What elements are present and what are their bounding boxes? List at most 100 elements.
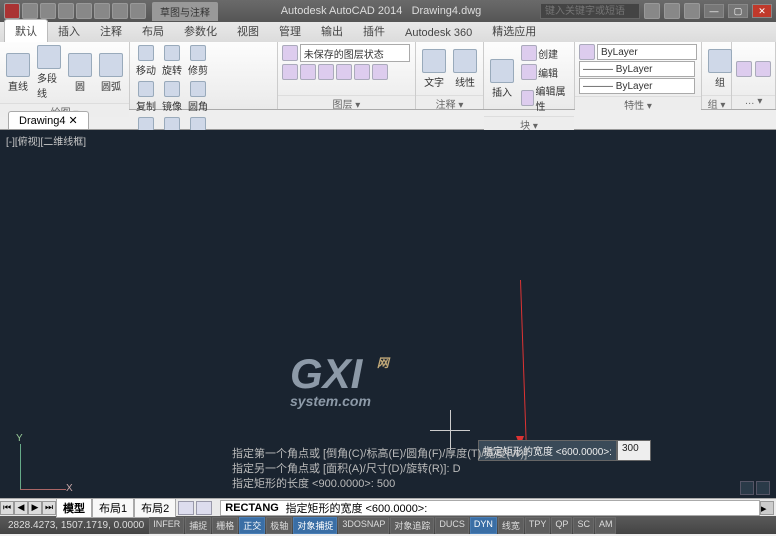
ribbon-tab-default[interactable]: 默认 (4, 19, 48, 42)
scroll-right-button[interactable]: ▸ (760, 501, 774, 515)
ribbon-tab-a360[interactable]: Autodesk 360 (395, 24, 482, 42)
panel-block-title[interactable]: 块 ▾ (484, 116, 574, 130)
drawing-tab[interactable]: Drawing4 ✕ (8, 111, 89, 129)
status-toggle-infer[interactable]: INFER (149, 517, 184, 534)
move-button[interactable]: 移动 (134, 44, 158, 78)
ribbon-tab-manage[interactable]: 管理 (269, 20, 311, 42)
color-swatch-icon[interactable] (579, 44, 595, 60)
lineweight-combo[interactable]: ——— ByLayer (579, 61, 695, 77)
status-toggle-正交[interactable]: 正交 (239, 517, 265, 534)
status-toggle-qp[interactable]: QP (551, 517, 572, 534)
tab-next-button[interactable]: ▶ (28, 501, 42, 515)
panel-anno-title[interactable]: 注释 ▾ (416, 95, 483, 109)
close-button[interactable]: ✕ (752, 4, 772, 18)
layer-match-icon[interactable] (372, 64, 388, 80)
viewport-label[interactable]: [-][俯视][二维线框] (6, 133, 86, 148)
layer-iso-icon[interactable] (354, 64, 370, 80)
panel-group: 组 组 ▾ (702, 42, 732, 109)
rotate-button[interactable]: 旋转 (160, 44, 184, 78)
layer-on-icon[interactable] (282, 64, 298, 80)
status-toggle-捕捉[interactable]: 捕捉 (185, 517, 211, 534)
trim-button[interactable]: 修剪 (186, 44, 210, 78)
status-toggle-am[interactable]: AM (595, 517, 617, 534)
ribbon-tab-parametric[interactable]: 参数化 (174, 20, 227, 42)
arc-button[interactable]: 圆弧 (97, 52, 125, 94)
coordinates-readout[interactable]: 2828.4273, 1507.1719, 0.0000 (4, 520, 148, 531)
text-button[interactable]: 文字 (420, 48, 448, 90)
tab-first-button[interactable]: ⏮ (0, 501, 14, 515)
polyline-button[interactable]: 多段线 (35, 44, 63, 101)
workspace-tab[interactable]: 草图与注释 (152, 2, 218, 21)
model-tab[interactable]: 模型 (56, 498, 92, 518)
layer-freeze-icon[interactable] (300, 64, 316, 80)
status-toggle-ducs[interactable]: DUCS (435, 517, 469, 534)
ribbon-tab-plugins[interactable]: 插件 (353, 20, 395, 42)
layer-color-icon[interactable] (336, 64, 352, 80)
group-button[interactable]: 组 (706, 48, 734, 90)
vp-cube-icon[interactable] (756, 481, 770, 495)
line-button[interactable]: 直线 (4, 52, 32, 94)
cmd-recent-icon[interactable] (196, 501, 212, 515)
command-line-input[interactable]: RECTANG 指定矩形的宽度 <600.0000>: (220, 500, 760, 516)
qat-save-icon[interactable] (58, 3, 74, 19)
circle-button[interactable]: 圆 (66, 52, 94, 94)
help-search-input[interactable] (540, 3, 640, 19)
tooltip-input[interactable]: 300 (617, 440, 651, 461)
ribbon-tab-layout[interactable]: 布局 (132, 20, 174, 42)
help-icon[interactable] (684, 3, 700, 19)
cmd-toggle-icon[interactable] (178, 501, 194, 515)
status-toggle-3dosnap[interactable]: 3DOSNAP (338, 517, 389, 534)
qat-open-icon[interactable] (40, 3, 56, 19)
status-toggle-对象捕捉[interactable]: 对象捕捉 (293, 517, 337, 534)
app-menu-icon[interactable] (4, 3, 20, 19)
fillet-button[interactable]: 圆角 (186, 80, 210, 114)
vp-nav-icon[interactable] (740, 481, 754, 495)
status-toggle-dyn[interactable]: DYN (470, 517, 497, 534)
minimize-button[interactable]: — (704, 4, 724, 18)
status-toggle-sc[interactable]: SC (573, 517, 594, 534)
qat-plot-icon[interactable] (94, 3, 110, 19)
maximize-button[interactable]: ▢ (728, 4, 748, 18)
panel-group-title[interactable]: 组 ▾ (702, 95, 731, 109)
insert-icon (490, 59, 514, 83)
color-combo[interactable]: ByLayer (597, 44, 697, 60)
layer-lock-icon[interactable] (318, 64, 334, 80)
ribbon-tab-view[interactable]: 视图 (227, 20, 269, 42)
copy-button[interactable]: 复制 (134, 80, 158, 114)
qat-redo-icon[interactable] (130, 3, 146, 19)
panel-layer-title[interactable]: 图层 ▾ (278, 95, 415, 109)
layer-props-icon[interactable] (282, 45, 298, 61)
exchange-icon[interactable] (664, 3, 680, 19)
dim-linear-button[interactable]: 线性 (451, 48, 479, 90)
layout2-tab[interactable]: 布局2 (134, 498, 176, 518)
insert-block-button[interactable]: 插入 (488, 58, 516, 100)
tab-prev-button[interactable]: ◀ (14, 501, 28, 515)
signin-icon[interactable] (644, 3, 660, 19)
status-toggle-栅格[interactable]: 栅格 (212, 517, 238, 534)
layer-state-combo[interactable]: 未保存的图层状态 (300, 44, 410, 62)
tab-last-button[interactable]: ⏭ (42, 501, 56, 515)
linetype-combo[interactable]: ——— ByLayer (579, 78, 695, 94)
qat-new-icon[interactable] (22, 3, 38, 19)
panel-util-title[interactable]: … ▾ (732, 95, 775, 109)
layout1-tab[interactable]: 布局1 (92, 498, 134, 518)
status-toggle-tpy[interactable]: TPY (525, 517, 551, 534)
ribbon-tab-featured[interactable]: 精选应用 (482, 20, 546, 42)
ribbon-tab-insert[interactable]: 插入 (48, 20, 90, 42)
status-toggle-对象追踪[interactable]: 对象追踪 (390, 517, 434, 534)
mirror-button[interactable]: 镜像 (160, 80, 184, 114)
drawing-canvas[interactable]: [-][俯视][二维线框] GXI网 system.com 指定矩形的宽度 <6… (0, 130, 776, 498)
paste-icon[interactable] (755, 61, 771, 77)
edit-block-button[interactable]: 编辑 (519, 63, 570, 81)
panel-props-title[interactable]: 特性 ▾ (575, 96, 701, 110)
ribbon-tab-output[interactable]: 输出 (311, 20, 353, 42)
status-toggle-线宽[interactable]: 线宽 (498, 517, 524, 534)
ribbon-tab-strip: 默认 插入 注释 布局 参数化 视图 管理 输出 插件 Autodesk 360… (0, 22, 776, 42)
measure-icon[interactable] (736, 61, 752, 77)
qat-undo-icon[interactable] (112, 3, 128, 19)
edit-attr-button[interactable]: 编辑属性 (519, 82, 570, 114)
create-block-button[interactable]: 创建 (519, 44, 570, 62)
status-toggle-极轴[interactable]: 极轴 (266, 517, 292, 534)
ribbon-tab-annotate[interactable]: 注释 (90, 20, 132, 42)
qat-saveas-icon[interactable] (76, 3, 92, 19)
